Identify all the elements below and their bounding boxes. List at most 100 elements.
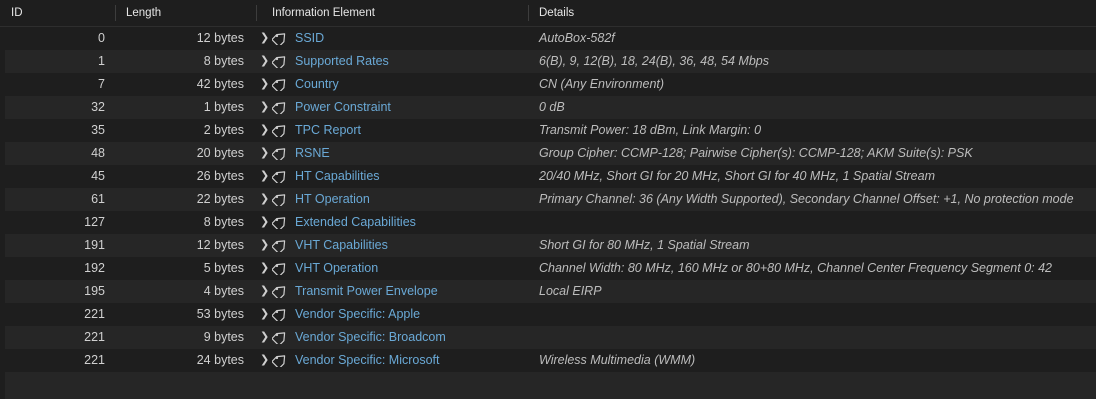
chevron-right-icon[interactable]: ❯: [260, 188, 270, 211]
element-name: HT Operation: [295, 192, 370, 206]
table-row[interactable]: 221 24 bytes ❯ Vendor Specific: Microsoft Wi…: [5, 349, 1096, 372]
element-id: 61: [91, 192, 105, 206]
element-length: 12 bytes: [196, 31, 244, 45]
element-id: 7: [98, 77, 105, 91]
chevron-right-icon[interactable]: ❯: [260, 280, 270, 303]
table-row[interactable]: 195 4 bytes ❯ Transmit Power Envelope Local …: [5, 280, 1096, 303]
tag-icon: [272, 148, 286, 160]
table-row[interactable]: 45 26 bytes ❯ HT Capabilities 20/40 MHz, Sho…: [5, 165, 1096, 188]
chevron-right-icon[interactable]: ❯: [260, 50, 270, 73]
chevron-right-icon[interactable]: ❯: [260, 349, 270, 372]
element-id: 48: [91, 146, 105, 160]
table-row[interactable]: 35 2 bytes ❯ TPC Report Transmit Power: 18 d…: [5, 119, 1096, 142]
element-length: 8 bytes: [203, 215, 244, 229]
element-name: Country: [295, 77, 339, 91]
column-header-information-element[interactable]: Information Element: [272, 0, 375, 26]
table-row[interactable]: 61 22 bytes ❯ HT Operation Primary Channel: …: [5, 188, 1096, 211]
element-length: 42 bytes: [196, 77, 244, 91]
element-name: Extended Capabilities: [295, 215, 416, 229]
column-header-length[interactable]: Length: [126, 0, 161, 26]
element-details: Primary Channel: 36 (Any Width Supported…: [539, 192, 1074, 206]
tag-icon: [272, 217, 286, 229]
element-length: 9 bytes: [203, 330, 244, 344]
element-length: 22 bytes: [196, 192, 244, 206]
chevron-right-icon[interactable]: ❯: [260, 326, 270, 349]
element-name: Supported Rates: [295, 54, 389, 68]
chevron-right-icon[interactable]: ❯: [260, 142, 270, 165]
tag-icon: [272, 240, 286, 252]
element-length: 53 bytes: [196, 307, 244, 321]
tag-icon: [272, 355, 286, 367]
element-id: 191: [84, 238, 105, 252]
element-length: 2 bytes: [203, 123, 244, 137]
element-id: 32: [91, 100, 105, 114]
element-id: 192: [84, 261, 105, 275]
tag-icon: [272, 171, 286, 183]
element-name: VHT Operation: [295, 261, 379, 275]
tag-icon: [272, 79, 286, 91]
tag-icon: [272, 332, 286, 344]
element-length: 12 bytes: [196, 238, 244, 252]
element-name: SSID: [295, 31, 325, 45]
table-row[interactable]: 221 53 bytes ❯ Vendor Specific: Apple: [5, 303, 1096, 326]
element-id: 127: [84, 215, 105, 229]
chevron-right-icon[interactable]: ❯: [260, 73, 270, 96]
element-details: Local EIRP: [539, 284, 602, 298]
element-id: 195: [84, 284, 105, 298]
table-row[interactable]: 127 8 bytes ❯ Extended Capabilities: [5, 211, 1096, 234]
chevron-right-icon[interactable]: ❯: [260, 96, 270, 119]
column-divider[interactable]: [115, 5, 116, 21]
element-name: Vendor Specific: Apple: [295, 307, 421, 321]
chevron-right-icon[interactable]: ❯: [260, 303, 270, 326]
element-details: Wireless Multimedia (WMM): [539, 353, 696, 367]
table-row[interactable]: 48 20 bytes ❯ RSNE Group Cipher: CCMP-128; P…: [5, 142, 1096, 165]
tag-icon: [272, 33, 286, 45]
column-divider[interactable]: [256, 5, 257, 21]
element-id: 1: [98, 54, 105, 68]
chevron-right-icon[interactable]: ❯: [260, 234, 270, 257]
element-name: Vendor Specific: Broadcom: [295, 330, 446, 344]
element-length: 24 bytes: [196, 353, 244, 367]
element-details: Transmit Power: 18 dBm, Link Margin: 0: [539, 123, 762, 137]
element-id: 45: [91, 169, 105, 183]
element-details: Group Cipher: CCMP-128; Pairwise Cipher(…: [539, 146, 973, 160]
element-name: Power Constraint: [295, 100, 391, 114]
element-length: 20 bytes: [196, 146, 244, 160]
table-row[interactable]: 221 9 bytes ❯ Vendor Specific: Broadcom: [5, 326, 1096, 349]
chevron-right-icon[interactable]: ❯: [260, 27, 270, 50]
column-header-id[interactable]: ID: [11, 0, 23, 26]
chevron-right-icon[interactable]: ❯: [260, 211, 270, 234]
table-row[interactable]: 1 8 bytes ❯ Supported Rates 6(B), 9, 12(B), …: [5, 50, 1096, 73]
element-id: 221: [84, 307, 105, 321]
element-id: 221: [84, 353, 105, 367]
column-header-details[interactable]: Details: [539, 0, 574, 26]
element-details: 6(B), 9, 12(B), 18, 24(B), 36, 48, 54 Mb…: [539, 54, 769, 68]
element-name: HT Capabilities: [295, 169, 380, 183]
information-elements-table: ID Length Information Element Details 0 1…: [0, 0, 1096, 399]
table-row[interactable]: 7 42 bytes ❯ Country CN (Any Environment): [5, 73, 1096, 96]
element-id: 0: [98, 31, 105, 45]
tag-icon: [272, 102, 286, 114]
element-name: VHT Capabilities: [295, 238, 388, 252]
element-name: Transmit Power Envelope: [295, 284, 438, 298]
tag-icon: [272, 56, 286, 68]
element-name: Vendor Specific: Microsoft: [295, 353, 440, 367]
element-length: 4 bytes: [203, 284, 244, 298]
table-row[interactable]: 32 1 bytes ❯ Power Constraint 0 dB: [5, 96, 1096, 119]
element-details: CN (Any Environment): [539, 77, 665, 91]
tag-icon: [272, 286, 286, 298]
column-divider[interactable]: [528, 5, 529, 21]
element-length: 1 bytes: [203, 100, 244, 114]
table-body: 0 12 bytes ❯ SSID AutoBox-582f 1 8 bytes ❯ Suppo…: [5, 27, 1096, 399]
tag-icon: [272, 263, 286, 275]
table-row[interactable]: 191 12 bytes ❯ VHT Capabilities Short GI for…: [5, 234, 1096, 257]
chevron-right-icon[interactable]: ❯: [260, 165, 270, 188]
table-row[interactable]: 0 12 bytes ❯ SSID AutoBox-582f: [5, 27, 1096, 50]
chevron-right-icon[interactable]: ❯: [260, 257, 270, 280]
element-details: Channel Width: 80 MHz, 160 MHz or 80+80 …: [539, 261, 1052, 275]
chevron-right-icon[interactable]: ❯: [260, 119, 270, 142]
table-row[interactable]: 192 5 bytes ❯ VHT Operation Channel Width: 8…: [5, 257, 1096, 280]
element-details: AutoBox-582f: [539, 31, 615, 45]
element-details: Short GI for 80 MHz, 1 Spatial Stream: [539, 238, 750, 252]
empty-row: [5, 372, 1096, 399]
